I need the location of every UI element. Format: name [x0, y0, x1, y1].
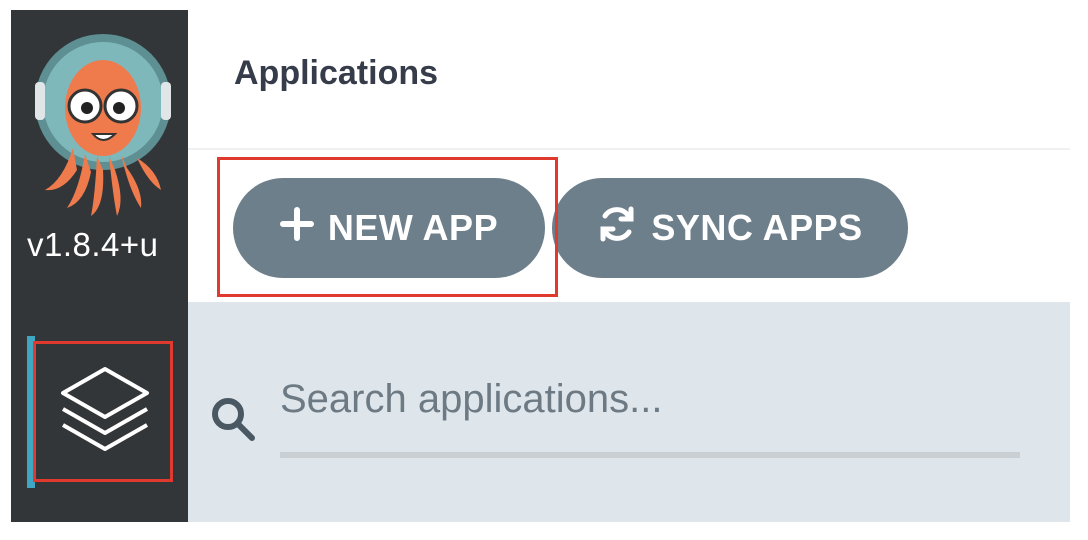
new-app-button[interactable]: NEW APP — [233, 178, 545, 278]
sync-apps-label: SYNC APPS — [651, 207, 863, 248]
main-content: Applications NEW APP SYNC APPS — [188, 10, 1070, 522]
search-icon — [208, 394, 258, 444]
new-app-label: NEW APP — [327, 207, 499, 248]
sync-icon — [597, 204, 637, 253]
sidebar-item-applications[interactable] — [35, 341, 175, 481]
sync-apps-button[interactable]: SYNC APPS — [552, 178, 908, 278]
layers-icon — [55, 361, 155, 462]
version-label: v1.8.4+u — [27, 226, 159, 263]
page-title: Applications — [234, 54, 439, 92]
search-area — [188, 302, 1070, 522]
nav-active-indicator — [27, 336, 35, 488]
title-divider — [188, 148, 1070, 150]
sidebar: v1.8.4+u — [11, 10, 188, 522]
plus-icon — [279, 206, 314, 250]
argo-logo[interactable] — [33, 30, 173, 220]
search-underline — [280, 452, 1020, 458]
search-input[interactable] — [280, 364, 1020, 434]
